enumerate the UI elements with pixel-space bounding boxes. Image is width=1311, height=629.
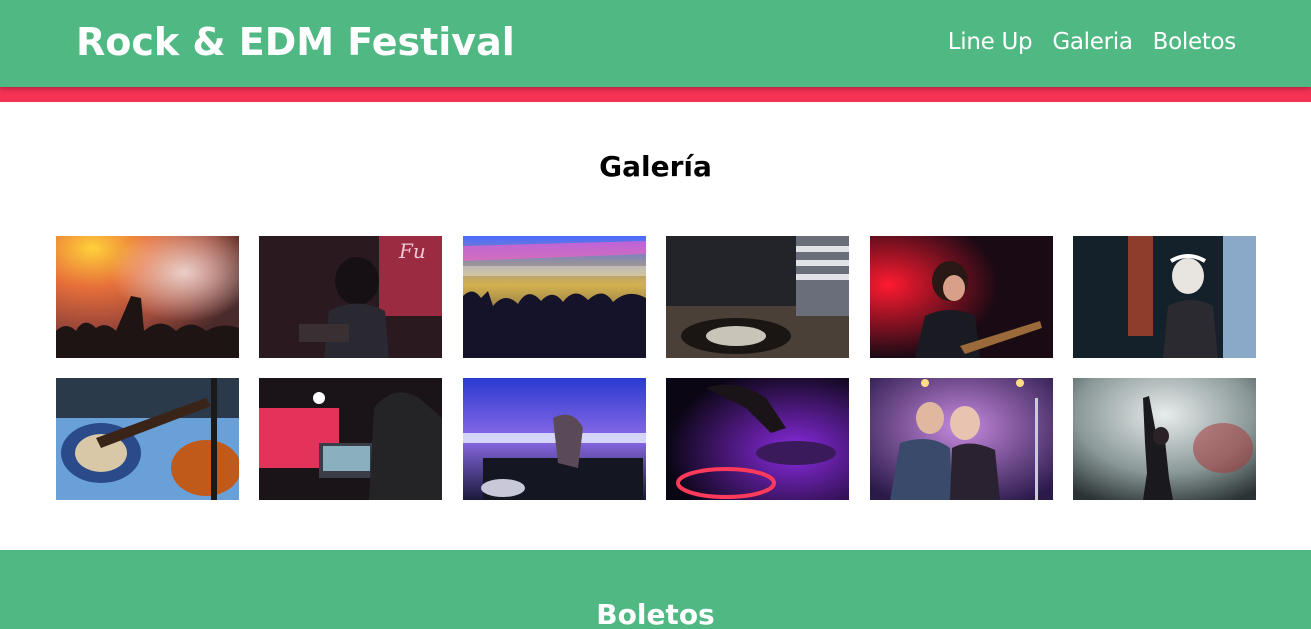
site-title[interactable]: Rock & EDM Festival xyxy=(76,20,515,64)
tickets-title: Boletos xyxy=(596,598,715,629)
gallery-photo-dj-mixer[interactable] xyxy=(462,378,646,500)
nav-link-galeria[interactable]: Galeria xyxy=(1052,29,1133,55)
gallery-photo-dj-turntables[interactable] xyxy=(666,236,850,358)
header-accent-bar xyxy=(0,87,1311,102)
gallery-photo-electric-guitars[interactable] xyxy=(56,378,239,500)
main-nav: Line Up Galeria Boletos xyxy=(948,29,1237,55)
gallery-photo-rock-singer[interactable]: Fu xyxy=(259,236,443,358)
gallery-photo-female-dj[interactable] xyxy=(1072,236,1256,358)
gallery-grid: Fu xyxy=(56,236,1256,500)
gallery-photo-rock-duo[interactable] xyxy=(869,378,1053,500)
gallery-photo-dj-laptop[interactable] xyxy=(259,378,443,500)
tickets-section: Boletos xyxy=(0,550,1311,629)
gallery-photo-edm-crowd[interactable] xyxy=(462,236,646,358)
gallery-photo-concert-crowd[interactable] xyxy=(56,236,239,358)
nav-link-boletos[interactable]: Boletos xyxy=(1153,29,1237,55)
gallery-title: Galería xyxy=(599,150,712,183)
gallery-photo-performer-smoke[interactable] xyxy=(1072,378,1256,500)
site-header: Rock & EDM Festival Line Up Galeria Bole… xyxy=(0,0,1311,87)
gallery-photo-guitarist-singing[interactable] xyxy=(869,236,1053,358)
svg-text:Fu: Fu xyxy=(398,239,426,263)
gallery-photo-dj-neon[interactable] xyxy=(666,378,850,500)
nav-link-line-up[interactable]: Line Up xyxy=(948,29,1033,55)
